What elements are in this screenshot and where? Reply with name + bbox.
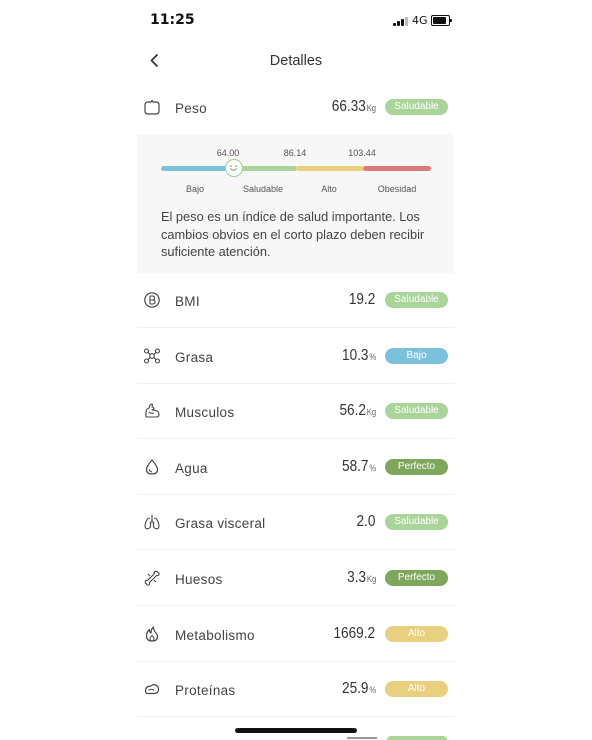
status-badge: Saludable (385, 292, 448, 308)
metric-row-huesos[interactable]: Huesos 3.3Kg Perfecto (137, 551, 455, 606)
metric-row-bmi[interactable]: BMI 19.2 Saludable (137, 273, 455, 328)
metric-number: 10.3 (341, 347, 369, 364)
metric-label: Musculos (175, 405, 235, 420)
cellular-signal-icon (393, 16, 411, 26)
weight-description: El peso es un índice de salud importante… (161, 209, 425, 259)
metric-number: 66.33 (331, 98, 366, 115)
metric-number: 2.0 (356, 513, 376, 530)
b-circle-icon (144, 292, 160, 308)
range-tick: 86.14 (283, 148, 307, 158)
metric-unit: % (369, 352, 376, 362)
next-row-badge-peek (387, 736, 447, 740)
muscle-arm-icon (145, 403, 160, 418)
status-badge: Saludable (385, 99, 448, 115)
bone-icon (144, 570, 160, 586)
status-badge: Perfecto (385, 570, 448, 586)
range-tick: 103.44 (348, 148, 376, 158)
metric-row-grasa[interactable]: Grasa 10.3% Bajo (137, 329, 455, 384)
metric-unit: Kg (366, 407, 376, 417)
status-badge: Saludable (385, 403, 448, 419)
metric-value: 66.33Kg (332, 98, 376, 116)
water-drop-icon (145, 459, 159, 475)
metric-row-grasa-visceral[interactable]: Grasa visceral 2.0 Saludable (137, 495, 455, 550)
weight-range-scale: 64.00 86.14 103.44 Bajo Saludable Alto O… (161, 141, 431, 201)
metric-number: 3.3 (346, 569, 366, 586)
metric-number: 19.2 (348, 291, 376, 308)
range-category: Alto (321, 184, 337, 194)
next-row-peek (347, 734, 377, 740)
metric-row-musculos[interactable]: Musculos 56.2Kg Saludable (137, 384, 455, 439)
range-category: Obesidad (377, 184, 417, 194)
metric-label: Proteínas (175, 683, 236, 698)
home-indicator[interactable] (235, 728, 357, 733)
range-tick: 64.00 (216, 148, 240, 158)
metric-value: 19.2 (349, 291, 376, 309)
metric-value: 1669.2 (334, 625, 376, 643)
range-category: Bajo (185, 184, 204, 194)
metric-row-agua[interactable]: Agua 58.7% Perfecto (137, 440, 455, 495)
metric-number: 56.2 (339, 402, 366, 419)
metric-row-proteinas[interactable]: Proteínas 25.9% Alto (137, 662, 455, 717)
metric-label: Agua (175, 461, 208, 476)
status-badge: Alto (385, 681, 448, 697)
metric-row-peso[interactable]: Peso 66.33Kg Saludable (137, 80, 455, 135)
metric-unit: Kg (366, 103, 376, 113)
metric-label: BMI (175, 294, 200, 309)
metric-number: 58.7 (341, 458, 369, 475)
metric-label: Peso (175, 101, 207, 116)
network-type: 4G (412, 14, 428, 27)
status-badge: Saludable (385, 514, 448, 530)
battery-icon (431, 15, 452, 26)
scale-icon (144, 99, 160, 115)
status-time: 11:25 (150, 12, 195, 28)
metric-number: 1669.2 (333, 625, 376, 642)
range-segment-alto (296, 166, 364, 171)
nav-bar: Detalles (137, 44, 455, 78)
smiley-marker-icon (225, 159, 243, 177)
page-title: Detalles (269, 53, 323, 69)
metric-label: Grasa visceral (175, 516, 266, 531)
metric-label: Metabolismo (175, 628, 255, 643)
metric-value: 58.7% (342, 458, 376, 476)
metric-value: 56.2Kg (339, 402, 376, 420)
status-badge: Bajo (385, 348, 448, 364)
protein-icon (144, 684, 160, 695)
metric-value: 3.3Kg (347, 569, 376, 587)
weight-detail-panel: 64.00 86.14 103.44 Bajo Saludable Alto O… (137, 134, 454, 273)
metric-number: 25.9 (341, 680, 369, 697)
metric-unit: Kg (366, 574, 376, 584)
flame-icon (145, 626, 159, 642)
range-category: Saludable (242, 184, 284, 194)
metric-unit: % (369, 685, 376, 695)
metric-label: Huesos (175, 572, 223, 587)
metric-label: Grasa (175, 350, 214, 365)
metric-value: 2.0 (356, 513, 376, 531)
phone-screen: 11:25 4G Detalles Peso 66.33Kg Saludable… (137, 0, 455, 740)
metric-unit: % (369, 463, 376, 473)
metric-value: 10.3% (342, 347, 376, 365)
metric-value: 25.9% (342, 680, 376, 698)
status-badge: Alto (385, 626, 448, 642)
metric-row-metabolismo[interactable]: Metabolismo 1669.2 Alto (137, 607, 455, 662)
lungs-icon (144, 514, 160, 530)
range-segment-obesidad (363, 166, 431, 171)
fat-molecule-icon (143, 348, 161, 364)
status-badge: Perfecto (385, 459, 448, 475)
range-segment-bajo (161, 166, 231, 171)
status-bar: 11:25 4G (137, 0, 455, 40)
